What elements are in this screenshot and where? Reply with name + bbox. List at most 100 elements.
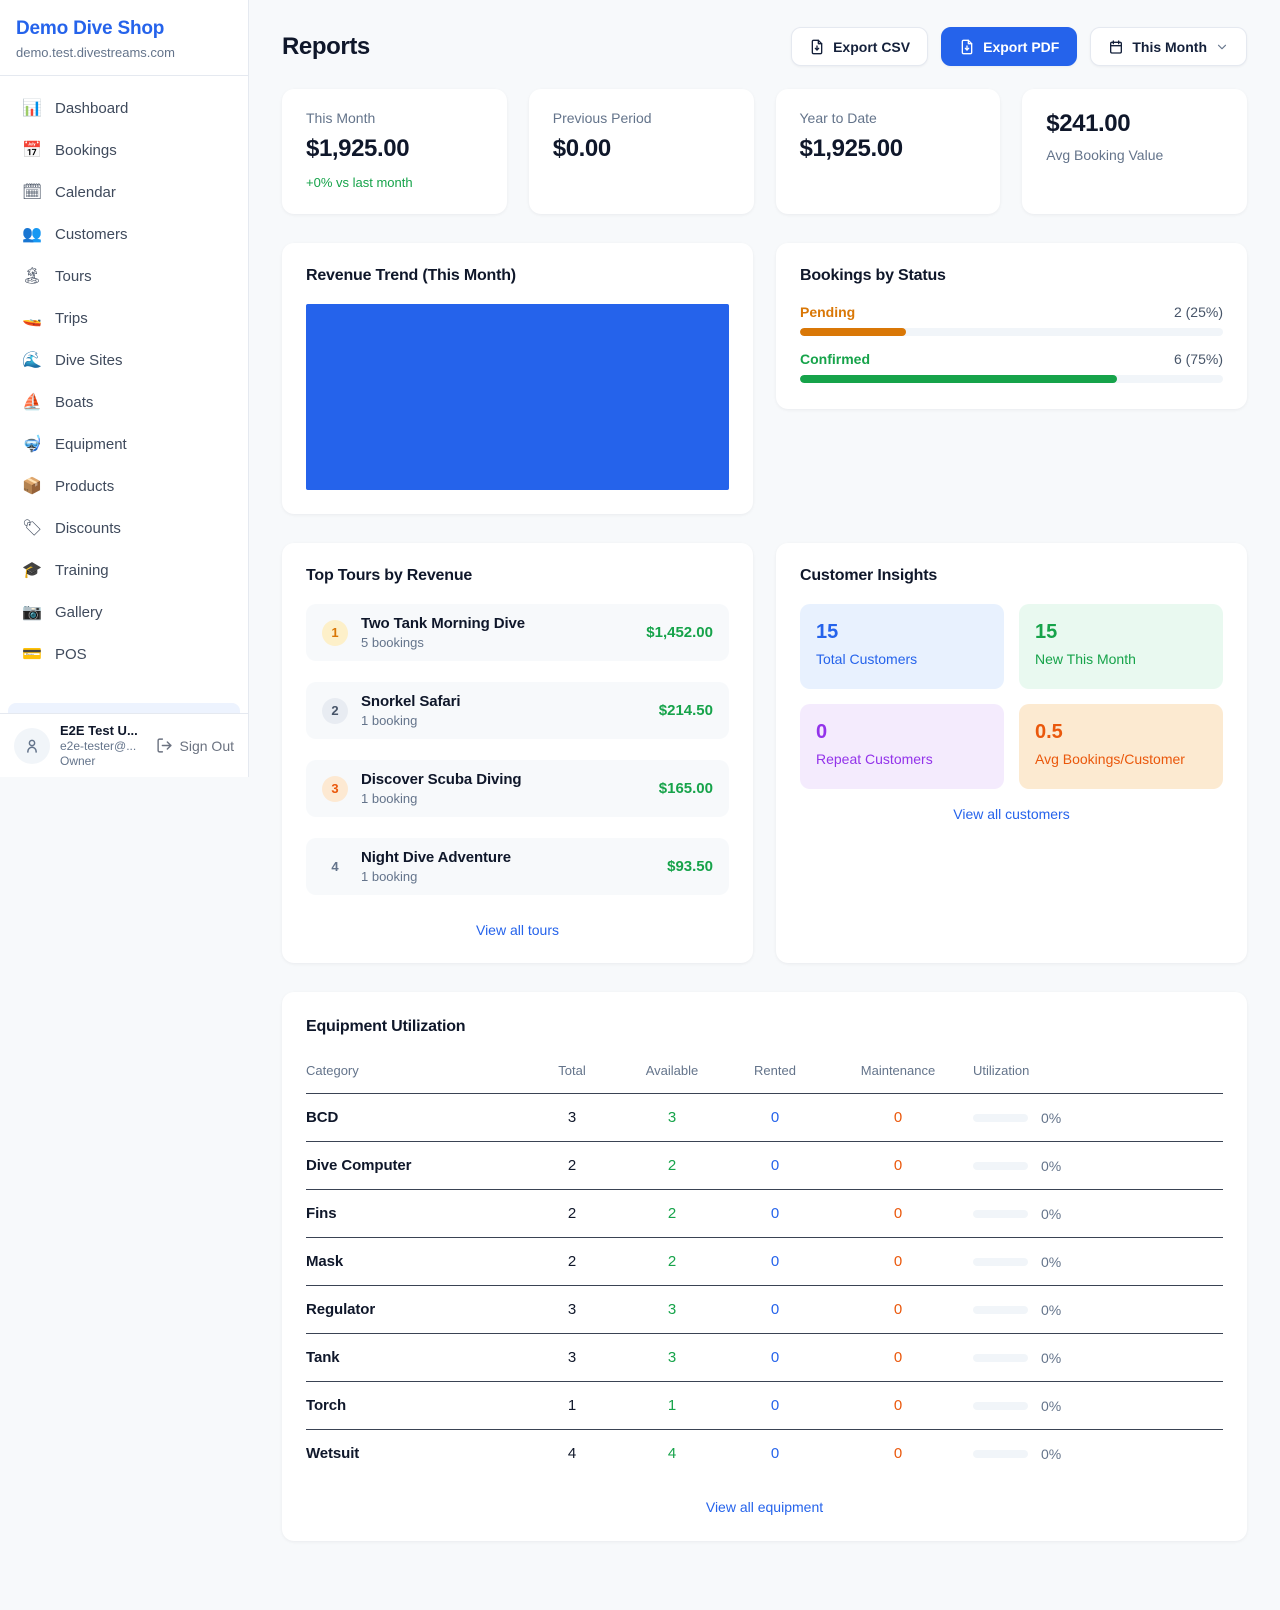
cell-maintenance: 0 [823, 1190, 973, 1238]
tour-name: Snorkel Safari [361, 693, 646, 710]
cell-total: 4 [527, 1430, 617, 1478]
column-header-total: Total [527, 1055, 617, 1094]
column-header-utilization: Utilization [973, 1055, 1223, 1094]
tour-bookings: 1 booking [361, 791, 646, 806]
stat-value: $1,925.00 [800, 135, 977, 163]
sidebar-item-equipment[interactable]: 🤿 Equipment [8, 424, 240, 466]
view-all-tours-link[interactable]: View all tours [306, 922, 729, 938]
sidebar-item-label: Products [55, 476, 114, 498]
sidebar-item-trips[interactable]: 🚤Trips [8, 298, 240, 340]
sidebar-item-boats[interactable]: ⛵Boats [8, 382, 240, 424]
file-download-icon [959, 39, 975, 55]
cell-available: 2 [617, 1190, 727, 1238]
tour-amount: $165.00 [659, 780, 713, 797]
tile-label: Avg Bookings/Customer [1035, 751, 1207, 767]
cell-category: Mask [306, 1238, 527, 1286]
sidebar-item-label: Bookings [55, 140, 117, 162]
view-all-customers-link[interactable]: View all customers [800, 806, 1223, 822]
user-section: E2E Test U... e2e-tester@... Owner Sign … [0, 713, 248, 777]
charts-row: Revenue Trend (This Month) Bookings by S… [282, 243, 1247, 514]
sidebar-active-item-partial[interactable] [8, 703, 240, 713]
trips-icon: 🚤 [22, 308, 42, 330]
cell-category: Tank [306, 1334, 527, 1382]
tour-row: 1 Two Tank Morning Dive5 bookings $1,452… [306, 604, 729, 661]
sidebar-item-label: Customers [55, 224, 128, 246]
table-row: Torch11000% [306, 1382, 1223, 1430]
tile-value: 0.5 [1035, 721, 1207, 744]
utilization-percent: 0% [1041, 1254, 1061, 1270]
tour-name: Night Dive Adventure [361, 849, 654, 866]
tour-name: Two Tank Morning Dive [361, 615, 633, 632]
cell-maintenance: 0 [823, 1334, 973, 1382]
sidebar-item-label: Calendar [55, 182, 116, 204]
table-row: BCD33000% [306, 1094, 1223, 1142]
view-all-equipment-link[interactable]: View all equipment [306, 1499, 1223, 1515]
cell-total: 3 [527, 1094, 617, 1142]
person-icon [23, 737, 41, 755]
revenue-trend-panel: Revenue Trend (This Month) [282, 243, 753, 514]
sidebar-header: Demo Dive Shop demo.test.divestreams.com [0, 0, 248, 76]
tile-value: 15 [1035, 621, 1207, 644]
tile-value: 0 [816, 721, 988, 744]
pos-icon: 💳 [22, 644, 42, 666]
stat-card-this-month: This Month $1,925.00 +0% vs last month [282, 89, 507, 214]
sign-out-button[interactable]: Sign Out [156, 737, 234, 754]
tours-icon: 🏝 [22, 266, 42, 288]
chevron-down-icon [1215, 40, 1229, 54]
sidebar-item-training[interactable]: 🎓Training [8, 550, 240, 592]
sidebar-item-discounts[interactable]: 🏷Discounts [8, 508, 240, 550]
sidebar-item-calendar[interactable]: 🗓Calendar [8, 172, 240, 214]
status-count: 2 (25%) [1174, 304, 1223, 320]
period-dropdown[interactable]: This Month [1090, 27, 1247, 66]
sidebar-item-tours[interactable]: 🏝 Tours [8, 256, 240, 298]
status-row-confirmed: Confirmed 6 (75%) [800, 351, 1223, 383]
rank-badge: 3 [322, 776, 348, 802]
sidebar-item-dive-sites[interactable]: 🌊Dive Sites [8, 340, 240, 382]
export-csv-button[interactable]: Export CSV [791, 27, 928, 66]
tour-bookings: 1 booking [361, 869, 654, 884]
sidebar-item-dashboard[interactable]: 📊Dashboard [8, 88, 240, 130]
sidebar-item-products[interactable]: 📦Products [8, 466, 240, 508]
sidebar-item-label: Tours [55, 266, 92, 288]
main-content: Reports Export CSV Export PDF This Month… [249, 0, 1280, 1601]
sidebar-nav: 📊Dashboard 📅Bookings 🗓Calendar 👥Customer… [0, 76, 248, 703]
tile-label: Repeat Customers [816, 751, 988, 767]
page-title: Reports [282, 33, 370, 61]
cell-category: Torch [306, 1382, 527, 1430]
sidebar-item-label: Equipment [55, 434, 127, 456]
status-label: Pending [800, 304, 855, 320]
bookings-by-status-panel: Bookings by Status Pending 2 (25%) Confi… [776, 243, 1247, 409]
sidebar-item-label: Training [55, 560, 109, 582]
cell-maintenance: 0 [823, 1238, 973, 1286]
top-tours-panel: Top Tours by Revenue 1 Two Tank Morning … [282, 543, 753, 963]
sidebar-item-pos[interactable]: 💳 POS [8, 634, 240, 676]
user-email: e2e-tester@... [60, 739, 146, 753]
tile-total-customers: 15 Total Customers [800, 604, 1004, 689]
equipment-icon: 🤿 [22, 434, 42, 456]
sidebar-item-label: POS [55, 644, 87, 666]
avatar [14, 728, 50, 764]
file-download-icon [809, 39, 825, 55]
table-row: Mask22000% [306, 1238, 1223, 1286]
stat-label: This Month [306, 110, 483, 126]
sidebar-item-label: Gallery [55, 602, 103, 624]
shop-domain: demo.test.divestreams.com [16, 45, 232, 60]
tour-row: 4 Night Dive Adventure1 booking $93.50 [306, 838, 729, 895]
sidebar-item-customers[interactable]: 👥Customers [8, 214, 240, 256]
customer-insights-panel: Customer Insights 15 Total Customers 15 … [776, 543, 1247, 963]
stat-card-year-to-date: Year to Date $1,925.00 [776, 89, 1001, 214]
equipment-utilization-title: Equipment Utilization [306, 1018, 1223, 1036]
cell-maintenance: 0 [823, 1094, 973, 1142]
export-pdf-label: Export PDF [983, 39, 1059, 55]
table-row: Dive Computer22000% [306, 1142, 1223, 1190]
export-pdf-button[interactable]: Export PDF [941, 27, 1077, 66]
column-header-rented: Rented [727, 1055, 823, 1094]
period-label: This Month [1132, 39, 1207, 55]
cell-available: 3 [617, 1094, 727, 1142]
customer-insights-title: Customer Insights [800, 567, 1223, 585]
utilization-bar [973, 1114, 1028, 1122]
cell-rented: 0 [727, 1334, 823, 1382]
sidebar-item-gallery[interactable]: 📷Gallery [8, 592, 240, 634]
sidebar-item-bookings[interactable]: 📅Bookings [8, 130, 240, 172]
cell-available: 3 [617, 1286, 727, 1334]
